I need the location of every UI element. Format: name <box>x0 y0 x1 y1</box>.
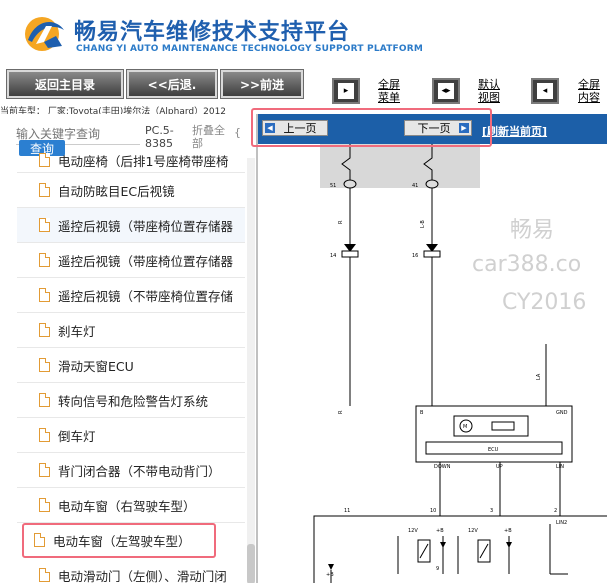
back-to-main-button[interactable]: 返回主目录 <box>6 69 124 99</box>
app-title-en: CHANG YI AUTO MAINTENANCE TECHNOLOGY SUP… <box>76 44 424 54</box>
toolbar: 返回主目录 <<后退. >>前进 ▸ 全屏 菜单 ◂▸ 默认 视图 ◂ 全屏 内… <box>0 66 607 106</box>
node-11-label: 11 <box>344 508 350 514</box>
document-icon <box>39 568 50 582</box>
sidebar: 查询 PC.5-8385 折叠全部 { 电动座椅（后排1号座椅带座椅 自动防眩目… <box>0 114 257 583</box>
list-item[interactable]: 电动滑动门（左侧）、滑动门闭 <box>17 558 245 583</box>
fullscreen-content-label[interactable]: 全屏 内容 <box>578 78 600 104</box>
document-icon <box>39 323 50 337</box>
list-item[interactable]: 遥控后视镜（带座椅位置存储器 <box>17 208 245 243</box>
wire-r2-label: R <box>338 410 344 414</box>
v12b-label: 12V <box>468 528 478 534</box>
node-2-label: 2 <box>554 508 557 514</box>
node-3-label: 3 <box>490 508 493 514</box>
pin-16-label: 16 <box>412 253 418 259</box>
list-item[interactable]: 刹车灯 <box>17 313 245 348</box>
wire-lab-label: L-B <box>420 220 426 228</box>
document-icon <box>34 533 45 547</box>
document-icon <box>39 253 50 267</box>
list-item[interactable]: 滑动天窗ECU <box>17 348 245 383</box>
v12a-label: 12V <box>408 528 418 534</box>
node-9-label: 9 <box>436 566 439 572</box>
app-title-cn: 畅易汽车维修技术支持平台 <box>74 20 351 45</box>
v8a-label: +B <box>436 528 444 534</box>
document-icon <box>39 358 50 372</box>
pin-51-label: 51 <box>330 183 336 189</box>
cy-logo-icon <box>25 17 64 51</box>
watermark-line-1: 畅易 <box>510 218 555 243</box>
fullscreen-menu-label[interactable]: 全屏 菜单 <box>378 78 400 104</box>
v8b-label: +B <box>504 528 512 534</box>
watermark-line-2: car388.co <box>472 252 582 277</box>
document-icon <box>39 288 50 302</box>
fold-bracket: { <box>234 126 241 139</box>
fullscreen-content-button[interactable]: ◂ <box>531 78 559 104</box>
document-icon <box>39 463 50 477</box>
fold-all-button[interactable]: 折叠全部 <box>192 124 232 150</box>
wiring-diagram: 51 41 R L-B 14 16 R LA B GND M ECU DOWN … <box>313 144 607 583</box>
app-header: 畅易汽车维修技术支持平台 CHANG YI AUTO MAINTENANCE T… <box>0 0 607 67</box>
document-icon <box>39 153 50 167</box>
list-item[interactable]: 自动防眩目EC后视镜 <box>17 173 245 208</box>
list-item[interactable]: 电动座椅（后排1号座椅带座椅 <box>17 148 245 173</box>
document-icon <box>39 218 50 232</box>
sidebar-scrollbar-track[interactable] <box>247 158 255 583</box>
pin-14-label: 14 <box>330 253 336 259</box>
list-item[interactable]: 遥控后视镜（带座椅位置存储器 <box>17 243 245 278</box>
lin2-label: LIN2 <box>556 520 567 526</box>
document-list: 电动座椅（后排1号座椅带座椅 自动防眩目EC后视镜 遥控后视镜（带座椅位置存储器… <box>17 153 245 583</box>
default-view-icon: ◂▸ <box>438 83 454 99</box>
motor-label: M <box>463 424 467 430</box>
down-label: DOWN <box>434 464 451 470</box>
list-item-selected[interactable]: 电动车窗（左驾驶车型） <box>22 523 216 558</box>
list-item[interactable]: 转向信号和危险警告灯系统 <box>17 383 245 418</box>
sidebar-scrollbar-thumb[interactable] <box>247 544 255 583</box>
list-item[interactable]: 遥控后视镜（不带座椅位置存储 <box>17 278 245 313</box>
default-view-label[interactable]: 默认 视图 <box>478 78 500 104</box>
ecu-b-label: B <box>420 410 424 416</box>
back-button[interactable]: <<后退. <box>126 69 218 99</box>
up-label: UP <box>496 464 503 470</box>
watermark-line-3: CY2016 <box>502 290 587 315</box>
forward-button[interactable]: >>前进 <box>220 69 304 99</box>
document-icon <box>39 183 50 197</box>
fullscreen-menu-icon: ▸ <box>338 83 354 99</box>
fullscreen-menu-button[interactable]: ▸ <box>332 78 360 104</box>
ecu-label: ECU <box>488 447 499 453</box>
document-icon <box>39 428 50 442</box>
wire-la-label: LA <box>536 373 542 380</box>
list-item[interactable]: 倒车灯 <box>17 418 245 453</box>
ecu-gnd-label: GND <box>556 410 568 416</box>
diagram-panel: ◀ 上一页 下一页 ▶ [刷新当前页] 51 41 R L-B 14 16 R … <box>258 114 607 583</box>
default-view-button[interactable]: ◂▸ <box>432 78 460 104</box>
v8c-label: +B <box>326 572 334 578</box>
pin-41-label: 41 <box>412 183 418 189</box>
node-10-label: 10 <box>430 508 436 514</box>
fullscreen-content-icon: ◂ <box>537 83 553 99</box>
document-icon <box>39 393 50 407</box>
list-item[interactable]: 背门闭合器（不带电动背门） <box>17 453 245 488</box>
page-nav-highlight <box>251 108 492 147</box>
wire-r-label: R <box>338 220 344 224</box>
document-icon <box>39 498 50 512</box>
list-item[interactable]: 电动车窗（右驾驶车型） <box>17 488 245 523</box>
pc-code-label: PC.5-8385 <box>145 124 174 150</box>
